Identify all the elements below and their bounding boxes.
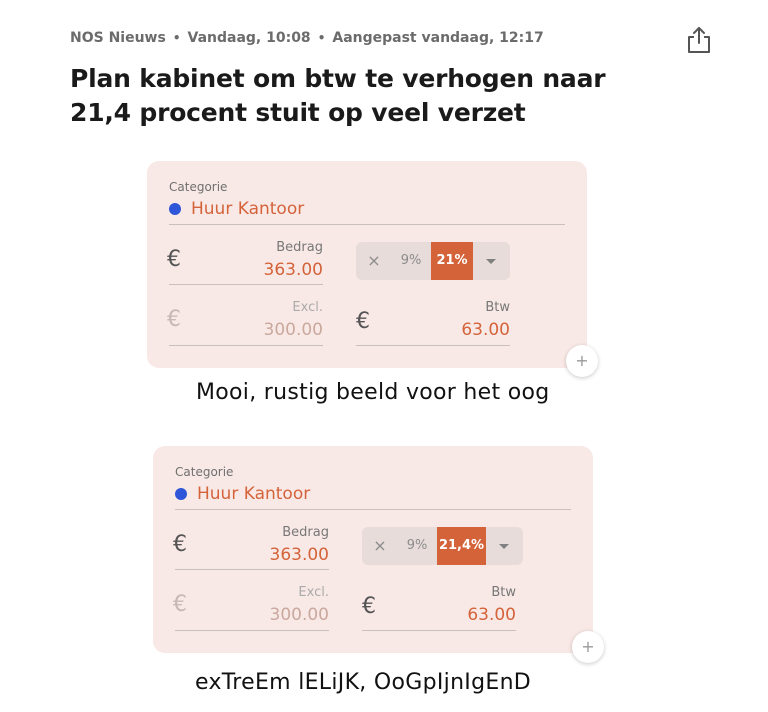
- amount-label: Bedrag: [282, 525, 329, 540]
- btw-label: Btw: [485, 300, 510, 315]
- category-select[interactable]: Huur Kantoor: [175, 484, 571, 510]
- vat-option-selected[interactable]: 21%: [431, 242, 473, 280]
- share-button[interactable]: [686, 26, 712, 54]
- vat-rate-selector[interactable]: × 9% 21,4%: [362, 527, 523, 565]
- clear-vat-option[interactable]: ×: [362, 527, 398, 565]
- meta-separator: •: [172, 31, 181, 45]
- add-button[interactable]: +: [566, 345, 598, 377]
- category-color-dot: [175, 488, 187, 500]
- vat-option-selected[interactable]: 21,4%: [437, 527, 486, 565]
- excl-underline: [175, 630, 329, 631]
- vat-option-9[interactable]: 9%: [392, 242, 430, 280]
- add-button[interactable]: +: [572, 631, 604, 663]
- vat-rate-selector[interactable]: × 9% 21%: [356, 242, 510, 280]
- source-name: NOS Nieuws: [70, 30, 166, 46]
- category-label: Categorie: [175, 465, 234, 479]
- meta-separator: •: [317, 31, 326, 45]
- amount-input[interactable]: 363.00: [179, 545, 329, 565]
- article-headline: Plan kabinet om btw te verhogen naar 21,…: [70, 64, 606, 127]
- category-value: Huur Kantoor: [191, 199, 305, 219]
- chevron-down-icon[interactable]: [486, 527, 522, 565]
- updated-time: Aangepast vandaag, 12:17: [332, 30, 544, 46]
- caption-calm: Mooi, rustig beeld voor het oog: [196, 380, 550, 405]
- category-select[interactable]: Huur Kantoor: [169, 199, 565, 225]
- caption-ugly: exTreEm lELiJK, OoGpIjnIgEnD: [195, 670, 532, 695]
- btw-value[interactable]: 63.00: [360, 320, 510, 340]
- clear-vat-option[interactable]: ×: [356, 242, 392, 280]
- btw-underline: [362, 630, 516, 631]
- amount-underline: [169, 284, 323, 285]
- excl-underline: [169, 345, 323, 346]
- expense-card-example-1: Categorie Huur Kantoor € Bedrag 363.00 ×…: [147, 161, 587, 368]
- category-label: Categorie: [169, 180, 228, 194]
- excl-value[interactable]: 300.00: [179, 605, 329, 625]
- category-color-dot: [169, 203, 181, 215]
- expense-card-example-2: Categorie Huur Kantoor € Bedrag 363.00 ×…: [153, 446, 593, 653]
- amount-underline: [175, 569, 329, 570]
- excl-value[interactable]: 300.00: [173, 320, 323, 340]
- article-meta: NOS Nieuws • Vandaag, 10:08 • Aangepast vand…: [70, 30, 544, 46]
- published-time: Vandaag, 10:08: [187, 30, 311, 46]
- amount-label: Bedrag: [276, 240, 323, 255]
- btw-underline: [356, 345, 510, 346]
- vat-option-9[interactable]: 9%: [398, 527, 436, 565]
- share-icon: [688, 27, 710, 53]
- excl-label: Excl.: [292, 300, 323, 315]
- excl-label: Excl.: [298, 585, 329, 600]
- category-value: Huur Kantoor: [197, 484, 311, 504]
- amount-input[interactable]: 363.00: [173, 260, 323, 280]
- btw-value[interactable]: 63.00: [366, 605, 516, 625]
- chevron-down-icon[interactable]: [473, 242, 509, 280]
- btw-label: Btw: [491, 585, 516, 600]
